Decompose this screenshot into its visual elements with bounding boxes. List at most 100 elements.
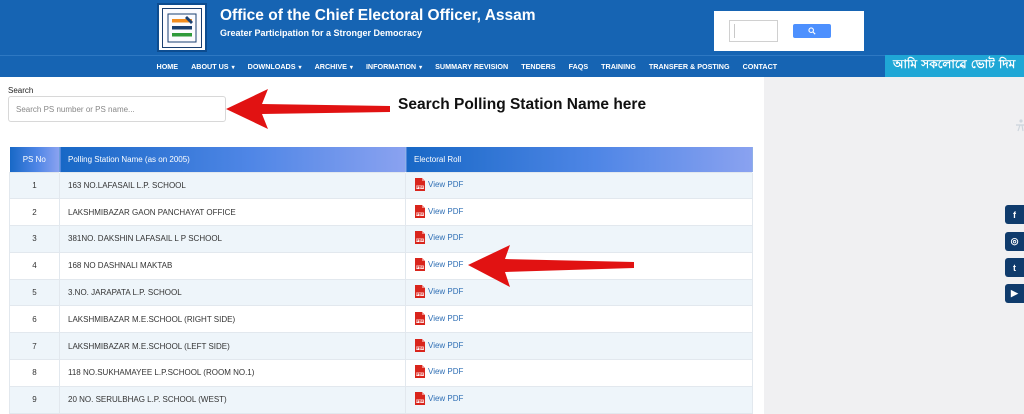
view-pdf-link[interactable]: PDF View PDF	[414, 285, 464, 299]
ps-number-cell: 7	[9, 332, 60, 361]
nav-item-contact[interactable]: CONTACT	[743, 62, 778, 71]
ps-name-cell: 163 NO.LAFASAIL L.P. SCHOOL	[59, 171, 406, 200]
pdf-icon: PDF	[415, 338, 425, 352]
view-pdf-link[interactable]: PDF View PDF	[414, 231, 463, 245]
nav-item-downloads[interactable]: DOWNLOADS ▾	[248, 62, 302, 71]
ps-number-cell: 5	[9, 278, 60, 307]
voter-slogan-banner: আমি সকলোৱে ভোট দিম	[885, 55, 1024, 77]
ps-number-cell: 9	[9, 385, 60, 414]
nav-item-summary-revision[interactable]: SUMMARY REVISION	[435, 62, 508, 71]
table-row: 6 LAKSHMIBAZAR M.E.SCHOOL (RIGHT SIDE) PDF…	[9, 305, 753, 334]
electoral-roll-cell: PDF View PDF	[405, 359, 753, 387]
column-header-electoral-roll[interactable]: Electoral Roll	[405, 147, 753, 172]
divider	[734, 24, 735, 38]
nav-item-faqs[interactable]: FAQS	[569, 62, 589, 71]
table-row: 1 163 NO.LAFASAIL L.P. SCHOOL PDF View PDF	[9, 171, 753, 200]
table-row: 8 118 NO.SUKHAMAYEE L.P.SCHOOL (ROOM NO.1…	[9, 359, 753, 387]
ps-name-cell: 168 NO DASHNALI MAKTAB	[59, 251, 406, 280]
pdf-icon: PDF	[415, 258, 425, 272]
ps-name-cell: LAKSHMIBAZAR M.E.SCHOOL (RIGHT SIDE)	[59, 305, 406, 334]
table-row: 5 3.NO. JARAPATA L.P. SCHOOL PDF View PDF	[9, 278, 753, 307]
nav-item-label: FAQS	[568, 62, 589, 71]
svg-text:PDF: PDF	[416, 266, 423, 270]
youtube-glyph: ▶	[1011, 288, 1018, 298]
column-header-ps-name[interactable]: Polling Station Name (as on 2005)	[59, 147, 406, 172]
nav-item-label: ABOUT US	[191, 62, 229, 71]
ps-name-cell: 381NO. DAKSHIN LAFASAIL L P SCHOOL	[59, 225, 406, 253]
view-pdf-label: View PDF	[428, 179, 464, 189]
svg-text:PDF: PDF	[416, 212, 423, 216]
table-row: 7 LAKSHMIBAZAR M.E.SCHOOL (LEFT SIDE) PDF V…	[9, 332, 753, 361]
nav-item-training[interactable]: TRAINING	[601, 62, 636, 71]
twitter-icon[interactable]: t	[1005, 258, 1024, 277]
nav-item-label: TENDERS	[521, 62, 556, 71]
view-pdf-link[interactable]: PDF View PDF	[414, 177, 464, 191]
view-pdf-link[interactable]: PDF View PDF	[414, 338, 463, 352]
electoral-roll-cell: PDF View PDF	[405, 171, 753, 200]
ballot-emblem-icon	[167, 13, 197, 42]
logo-emblem	[162, 7, 202, 48]
google-search-input[interactable]	[729, 20, 778, 42]
instagram-icon[interactable]: ◎	[1005, 232, 1024, 251]
view-pdf-link[interactable]: PDF View PDF	[414, 258, 463, 272]
svg-text:PDF: PDF	[416, 400, 423, 404]
pdf-icon: PDF	[415, 311, 425, 325]
view-pdf-link[interactable]: PDF View PDF	[414, 365, 464, 379]
view-pdf-link[interactable]: PDF View PDF	[414, 392, 463, 406]
table-row: 3 381NO. DAKSHIN LAFASAIL L P SCHOOL PDF Vi…	[9, 225, 753, 253]
election-commission-logo-icon[interactable]	[157, 3, 207, 52]
nav-item-label: SUMMARY REVISION	[435, 62, 509, 71]
table-row: 2 LAKSHMIBAZAR GAON PANCHAYAT OFFICE PDF Vi…	[9, 198, 753, 227]
nav-item-label: HOME	[156, 62, 179, 71]
table-row: 4 168 NO DASHNALI MAKTAB PDF View PDF	[9, 251, 753, 280]
pdf-icon: PDF	[415, 365, 425, 379]
facebook-icon[interactable]: f	[1005, 205, 1024, 224]
ps-name-cell: 3.NO. JARAPATA L.P. SCHOOL	[59, 278, 406, 307]
annotation-arrow-left	[226, 89, 390, 129]
main-navigation: HOME ABOUT US ▾ DOWNLOADS ▾ ARCHIVE ▾ INFORMATI…	[0, 55, 1024, 77]
pdf-icon: PDF	[415, 204, 425, 218]
site-header: Office of the Chief Electoral Officer, A…	[0, 0, 1024, 55]
svg-text:PDF: PDF	[416, 346, 423, 350]
view-pdf-link[interactable]: PDF View PDF	[414, 204, 463, 218]
nav-item-information[interactable]: INFORMATION ▾	[366, 62, 422, 71]
svg-text:PDF: PDF	[416, 239, 423, 243]
site-subtitle: Greater Participation for a Stronger Dem…	[220, 28, 423, 38]
nav-item-about-us[interactable]: ABOUT US ▾	[191, 62, 235, 71]
nav-item-archive[interactable]: ARCHIVE ▾	[315, 62, 353, 71]
view-pdf-label: View PDF	[428, 287, 464, 297]
chevron-down-icon: ▾	[298, 65, 302, 71]
youtube-icon[interactable]: ▶	[1005, 284, 1024, 303]
site-title: Office of the Chief Electoral Officer, A…	[220, 7, 536, 24]
accessibility-icon[interactable]	[1012, 118, 1024, 132]
electoral-roll-cell: PDF View PDF	[405, 385, 753, 414]
nav-item-tenders[interactable]: TENDERS	[521, 62, 555, 71]
chevron-down-icon: ▾	[349, 65, 353, 71]
electoral-roll-cell: PDF View PDF	[405, 198, 753, 227]
column-header-ps-no[interactable]: PS No	[9, 147, 60, 172]
search-icon	[808, 27, 816, 35]
search-input[interactable]	[8, 96, 226, 122]
view-pdf-label: View PDF	[428, 367, 464, 377]
view-pdf-link[interactable]: PDF View PDF	[414, 311, 463, 325]
google-search-button[interactable]	[793, 24, 831, 38]
svg-text:PDF: PDF	[416, 319, 423, 323]
svg-text:PDF: PDF	[416, 185, 423, 189]
nav-item-label: CONTACT	[742, 62, 778, 71]
ps-name-cell: LAKSHMIBAZAR GAON PANCHAYAT OFFICE	[59, 198, 406, 227]
nav-item-home[interactable]: HOME	[157, 62, 179, 71]
electoral-roll-cell: PDF View PDF	[405, 332, 753, 361]
pdf-icon: PDF	[415, 285, 425, 299]
table-row: 9 20 NO. SERULBHAG L.P. SCHOOL (WEST) PDF V…	[9, 385, 753, 414]
twitter-glyph: t	[1013, 262, 1016, 273]
search-label: Search	[8, 86, 34, 95]
polling-station-table: PS No Polling Station Name (as on 2005) …	[9, 147, 753, 414]
ps-number-cell: 1	[9, 171, 60, 200]
ps-name-cell: 20 NO. SERULBHAG L.P. SCHOOL (WEST)	[59, 385, 406, 414]
nav-item-transfer-posting[interactable]: TRANSFER & POSTING	[649, 62, 730, 71]
ps-number-cell: 8	[9, 359, 60, 387]
nav-item-label: DOWNLOADS	[247, 62, 296, 71]
page: Office of the Chief Electoral Officer, A…	[0, 0, 1024, 414]
ps-number-cell: 3	[9, 225, 60, 253]
annotation-text: Search Polling Station Name here	[398, 96, 647, 113]
